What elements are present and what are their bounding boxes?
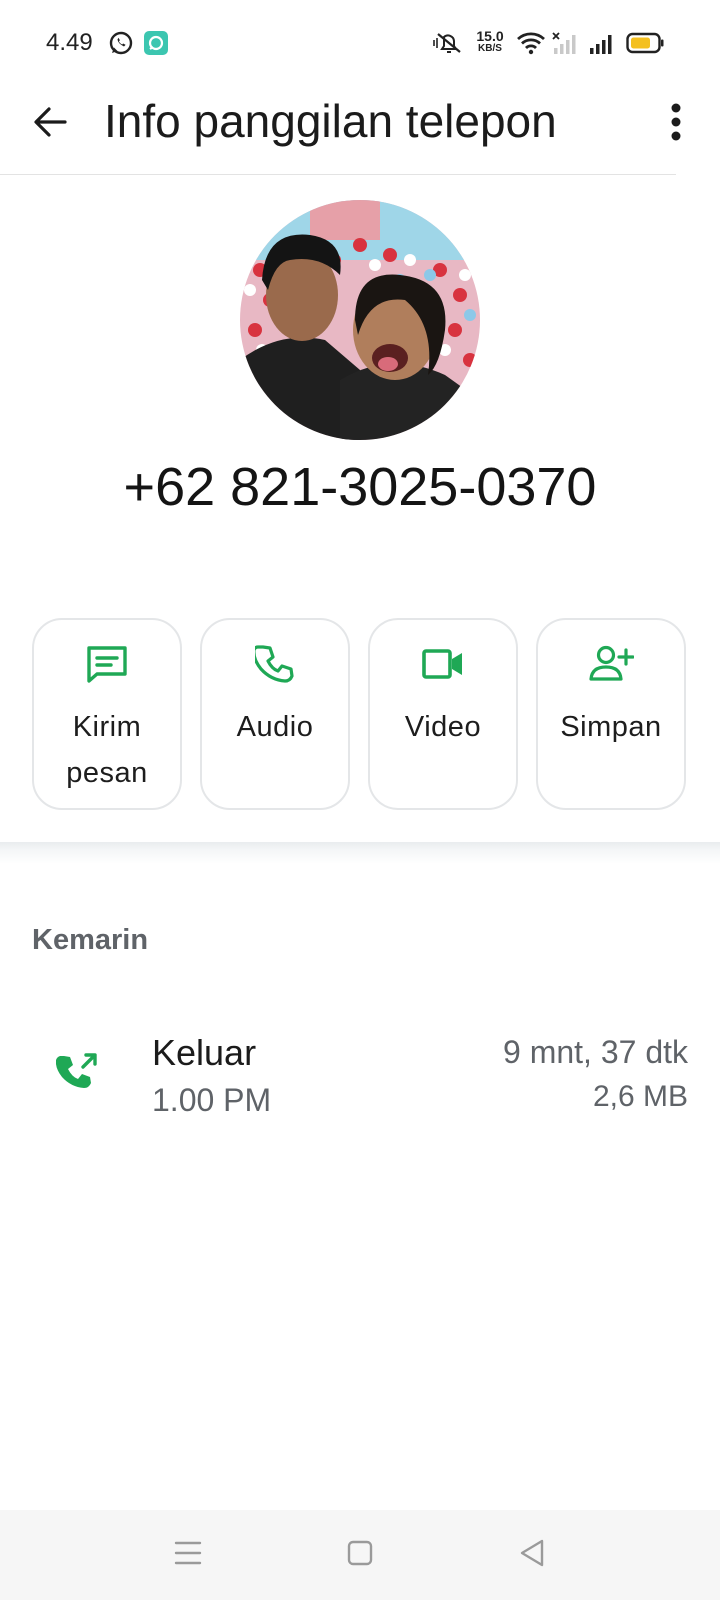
video-call-button[interactable]: Video bbox=[368, 618, 518, 810]
signal-no-service-icon bbox=[552, 32, 578, 59]
status-time: 4.49 bbox=[46, 29, 93, 56]
more-options-button[interactable] bbox=[652, 96, 700, 152]
mute-icon bbox=[432, 31, 464, 60]
add-contact-icon bbox=[588, 644, 635, 689]
phone-icon bbox=[252, 644, 295, 689]
app-bar-divider bbox=[0, 174, 676, 175]
recent-apps-button[interactable] bbox=[158, 1530, 218, 1580]
call-type: Keluar bbox=[152, 1032, 257, 1073]
save-contact-button[interactable]: Simpan bbox=[536, 618, 686, 810]
signal-icon bbox=[588, 32, 614, 59]
call-log-entry[interactable]: Keluar 1.00 PM 9 mnt, 37 dtk 2,6 MB bbox=[0, 1020, 720, 1130]
app-notification-icon bbox=[144, 31, 168, 60]
section-separator bbox=[0, 842, 720, 864]
message-icon bbox=[85, 644, 129, 689]
page-title: Info panggilan telepon bbox=[104, 95, 557, 147]
battery-icon bbox=[626, 32, 664, 59]
avatar[interactable] bbox=[240, 200, 480, 440]
video-icon bbox=[421, 646, 465, 687]
menu-icon bbox=[174, 1540, 202, 1571]
network-speed-value: 15.0 bbox=[476, 28, 504, 44]
send-message-button[interactable]: Kirim pesan bbox=[32, 618, 182, 810]
more-vertical-icon bbox=[670, 102, 682, 147]
network-speed: 15.0 KB/S bbox=[472, 29, 508, 54]
action-buttons: Kirim pesan Audio Video Simpan bbox=[32, 618, 688, 810]
call-time: 1.00 PM bbox=[152, 1082, 272, 1118]
wifi-icon bbox=[516, 31, 546, 60]
send-message-label: Kirim pesan bbox=[66, 711, 148, 789]
navigation-bar bbox=[0, 1510, 720, 1600]
contact-phone-number: +62 821-3025-0370 bbox=[123, 457, 597, 517]
call-data-size: 2,6 MB bbox=[592, 1080, 688, 1113]
status-bar: 4.49 15.0 KB/S bbox=[0, 0, 720, 86]
video-call-label: Video bbox=[404, 711, 482, 743]
audio-call-label: Audio bbox=[236, 711, 314, 743]
save-contact-label: Simpan bbox=[560, 711, 662, 743]
app-bar: Info panggilan telepon bbox=[0, 86, 720, 174]
arrow-left-icon bbox=[32, 104, 68, 145]
back-button[interactable] bbox=[24, 98, 76, 150]
outgoing-call-icon bbox=[55, 1050, 100, 1099]
call-log-section-label: Kemarin bbox=[32, 924, 149, 956]
back-icon bbox=[518, 1538, 546, 1573]
call-duration: 9 mnt, 37 dtk bbox=[503, 1034, 688, 1070]
network-speed-unit: KB/S bbox=[478, 43, 502, 54]
system-back-button[interactable] bbox=[502, 1530, 562, 1580]
home-icon bbox=[346, 1539, 374, 1572]
whatsapp-icon bbox=[108, 30, 134, 61]
home-button[interactable] bbox=[330, 1530, 390, 1580]
audio-call-button[interactable]: Audio bbox=[200, 618, 350, 810]
